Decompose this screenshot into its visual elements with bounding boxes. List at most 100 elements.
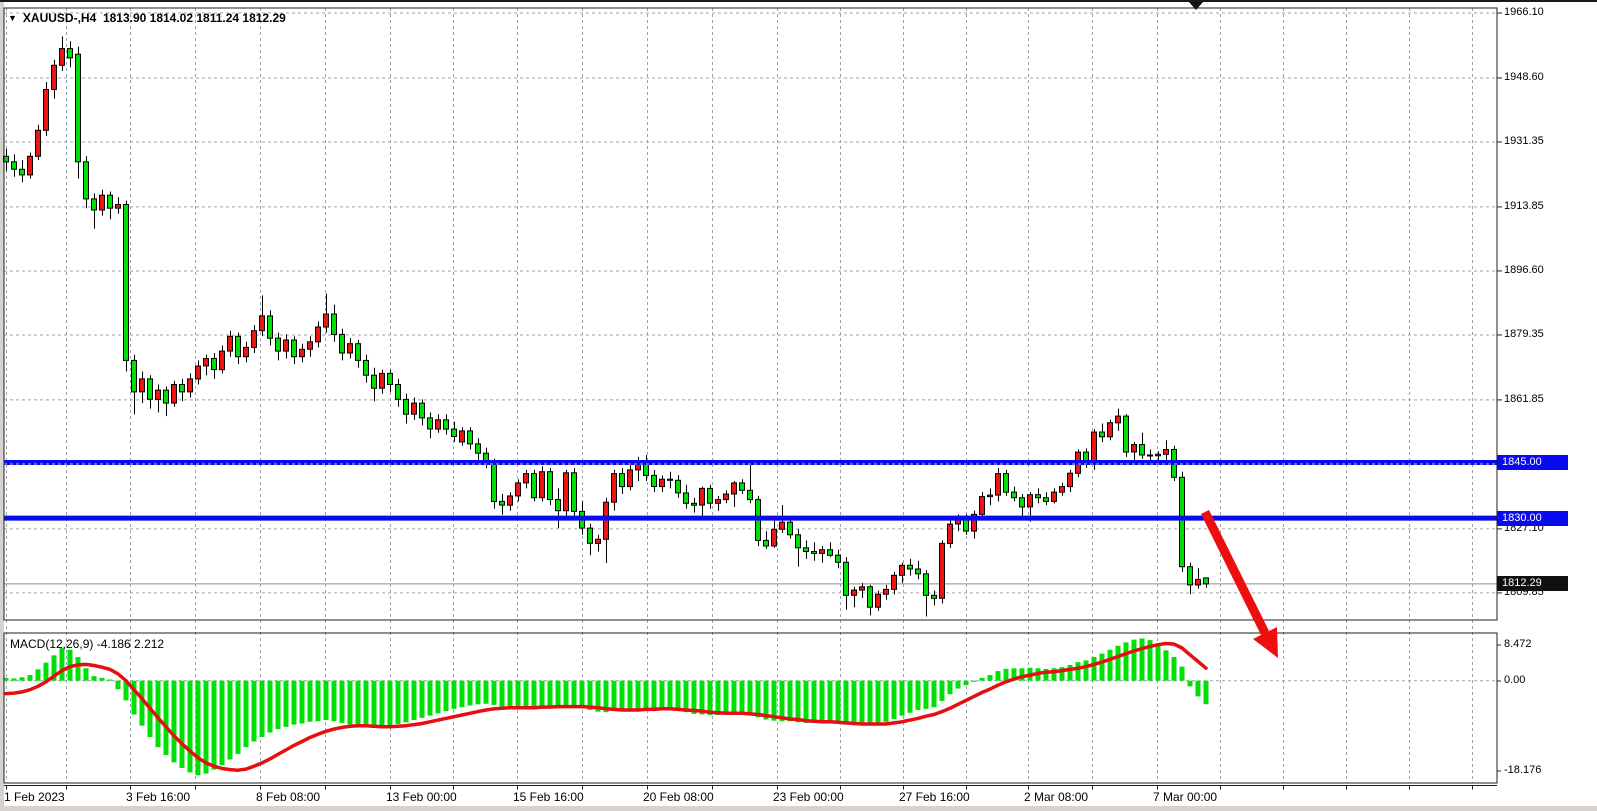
macd-histogram-bar — [708, 681, 713, 715]
candle-body-bull — [732, 483, 737, 494]
chart-shift-triangle-icon[interactable] — [1189, 2, 1203, 10]
macd-histogram-bar — [412, 681, 417, 720]
macd-histogram-bar — [92, 676, 97, 681]
macd-histogram-bar — [484, 681, 489, 704]
macd-histogram-bar — [580, 681, 585, 708]
macd-histogram-bar — [100, 678, 105, 681]
macd-histogram-bar — [836, 681, 841, 723]
macd-histogram-bar — [660, 681, 665, 709]
macd-histogram-bar — [524, 681, 529, 708]
macd-histogram-bar — [820, 681, 825, 723]
macd-histogram-bar — [228, 681, 233, 760]
price-axis[interactable]: 1966.101948.601931.351913.851896.601879.… — [1497, 8, 1597, 785]
macd-histogram-bar — [108, 680, 113, 681]
macd-histogram-bar — [1092, 657, 1097, 681]
macd-histogram-bar — [716, 681, 721, 715]
macd-histogram-bar — [1108, 650, 1113, 681]
macd-histogram-bar — [940, 681, 945, 701]
macd-histogram-bar — [324, 681, 329, 720]
candle-body-bear — [620, 474, 625, 487]
macd-histogram-bar — [260, 681, 265, 737]
macd-histogram-bar — [548, 681, 553, 706]
macd-histogram-bar — [964, 681, 969, 686]
candle-body-bull — [220, 351, 225, 370]
macd-histogram-bar — [924, 681, 929, 709]
macd-histogram-bar — [860, 681, 865, 725]
macd-histogram-bar — [772, 681, 777, 721]
macd-histogram-bar — [276, 681, 281, 729]
macd-histogram-bar — [492, 681, 497, 705]
candle-body-bull — [1132, 445, 1137, 452]
macd-histogram-bar — [1116, 646, 1121, 681]
candle-body-bear — [124, 205, 129, 361]
candle-body-bear — [20, 169, 25, 175]
macd-histogram-bar — [76, 657, 81, 681]
macd-histogram-bar — [436, 681, 441, 714]
candle-body-bull — [156, 390, 161, 399]
candle-body-bull — [380, 373, 385, 388]
macd-histogram-bar — [372, 681, 377, 728]
bid-price-badge: 1812.29 — [1497, 576, 1568, 591]
macd-histogram-bar — [44, 663, 49, 681]
macd-histogram-bar — [84, 668, 89, 680]
price-axis-label: 1931.35 — [1504, 135, 1544, 147]
macd-histogram — [4, 638, 1209, 775]
candle-body-bear — [1204, 578, 1209, 584]
macd-histogram-bar — [356, 681, 361, 726]
candle-body-bull — [540, 472, 545, 498]
macd-histogram-bar — [612, 681, 617, 711]
candle-body-bull — [284, 340, 289, 351]
candle-body-bull — [188, 379, 193, 392]
macd-histogram-bar — [1004, 669, 1009, 681]
candle-body-bear — [764, 540, 769, 546]
chevron-down-icon[interactable]: ▼ — [8, 13, 17, 23]
candle-body-bear — [276, 338, 281, 351]
candle-body-bear — [1124, 416, 1129, 452]
candle-body-bear — [492, 463, 497, 502]
time-axis[interactable]: 1 Feb 20233 Feb 16:008 Feb 08:0013 Feb 0… — [4, 786, 1497, 806]
candle-body-bull — [628, 470, 633, 487]
macd-histogram-bar — [948, 681, 953, 695]
candle-body-bear — [212, 359, 217, 370]
candle-body-bear — [1044, 498, 1049, 502]
macd-histogram-bar — [756, 681, 761, 718]
candle-body-bull — [316, 327, 321, 342]
candle-body-bear — [180, 385, 185, 392]
price-axis-label: 1896.60 — [1504, 264, 1544, 276]
candle-body-bull — [988, 495, 993, 497]
trend-arrow-shaft[interactable] — [1205, 512, 1265, 633]
macd-histogram-bar — [244, 681, 249, 747]
candle-body-bear — [788, 522, 793, 535]
macd-histogram-bar — [1188, 681, 1193, 687]
candle-body-bull — [1196, 579, 1201, 585]
candle-body-bear — [740, 483, 745, 490]
macd-histogram-bar — [500, 681, 505, 707]
candle-body-bull — [300, 349, 305, 356]
macd-histogram-bar — [60, 648, 65, 681]
candle-body-bear — [404, 399, 409, 414]
time-axis-label: 3 Feb 16:00 — [126, 790, 190, 804]
macd-histogram-bar — [516, 681, 521, 709]
price-axis-label: 1913.85 — [1504, 200, 1544, 212]
candle-body-bull — [460, 431, 465, 442]
candle-body-bull — [1116, 416, 1121, 423]
candle-body-bear — [1100, 432, 1105, 437]
candle-body-bear — [500, 501, 505, 505]
macd-histogram-bar — [852, 681, 857, 725]
candle-body-bear — [908, 565, 913, 569]
macd-histogram-bar — [364, 681, 369, 727]
time-axis-label: 13 Feb 00:00 — [386, 790, 457, 804]
time-axis-label: 20 Feb 08:00 — [643, 790, 714, 804]
candle-body-bear — [1148, 455, 1153, 456]
macd-histogram-bar — [1076, 662, 1081, 681]
candle-body-bear — [68, 49, 73, 58]
chart-canvas[interactable] — [0, 0, 1597, 811]
macd-histogram-bar — [676, 681, 681, 711]
candle-body-bull — [1028, 495, 1033, 507]
macd-histogram-bar — [196, 681, 201, 776]
candle-body-bear — [428, 418, 433, 429]
macd-histogram-bar — [620, 681, 625, 711]
macd-histogram-bar — [476, 681, 481, 705]
macd-histogram-bar — [980, 678, 985, 681]
candle-body-bear — [1036, 495, 1041, 498]
